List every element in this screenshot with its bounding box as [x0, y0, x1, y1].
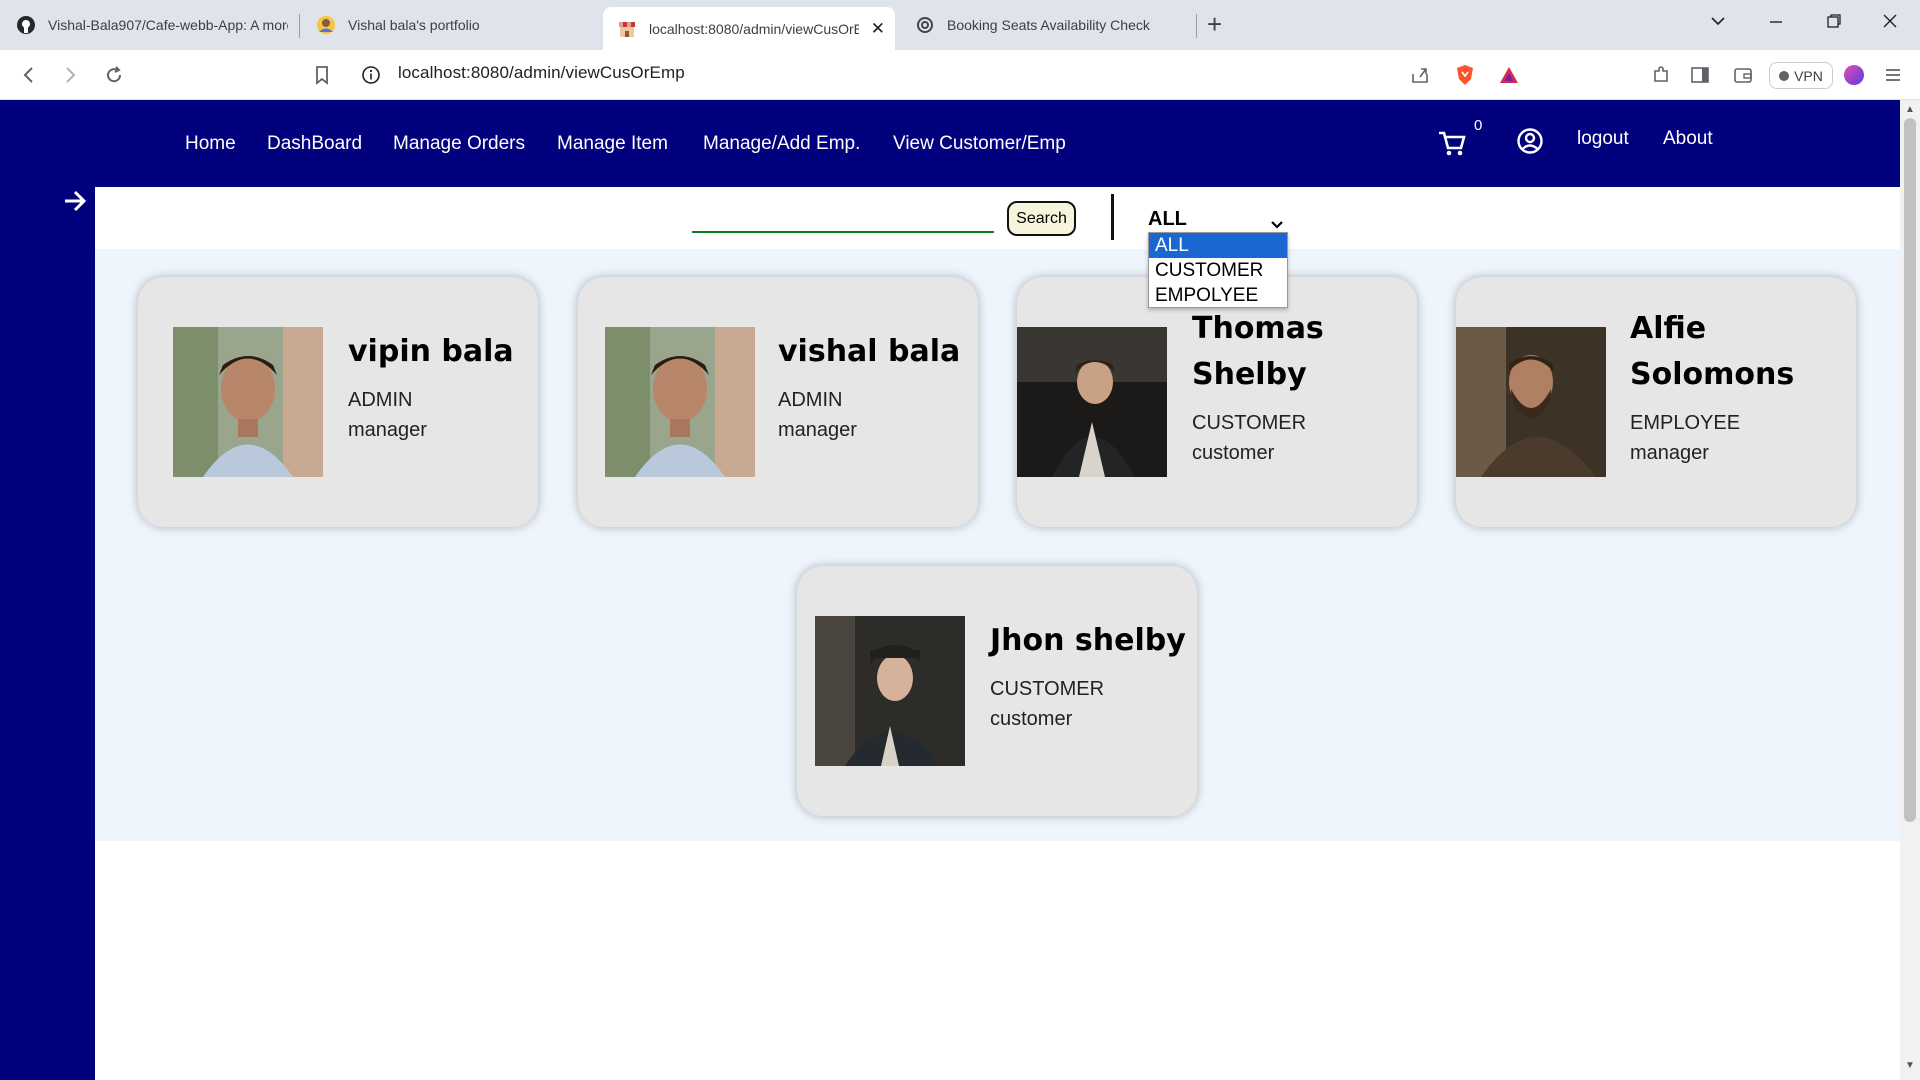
tab-search-chevron-icon[interactable] — [1710, 13, 1726, 34]
scroll-up-icon[interactable]: ▲ — [1905, 104, 1915, 115]
extensions-icon[interactable] — [1649, 63, 1673, 87]
user-position: manager — [778, 419, 857, 441]
search-button[interactable]: Search — [1007, 201, 1076, 236]
chevron-down-icon — [1270, 213, 1284, 229]
user-name: Alfie — [1630, 311, 1707, 346]
user-card[interactable]: Thomas Shelby CUSTOMER customer — [1017, 277, 1417, 527]
user-role: ADMIN — [348, 389, 413, 411]
web-page: Home DashBoard Manage Orders Manage Item… — [0, 100, 1920, 1080]
user-photo — [173, 327, 323, 477]
search-input[interactable] — [692, 203, 994, 233]
tab-booking[interactable]: Booking Seats Availability Check — [901, 7, 1196, 43]
user-card[interactable]: vipin bala ADMIN manager — [138, 277, 538, 527]
tab-github[interactable]: Vishal-Bala907/Cafe-webb-App: A more — [2, 7, 297, 43]
user-cards-area: vipin bala ADMIN manager vishal bala ADM… — [95, 249, 1900, 841]
store-icon — [617, 19, 637, 39]
top-navbar: Home DashBoard Manage Orders Manage Item… — [0, 100, 1900, 187]
user-name: vishal bala — [778, 334, 961, 369]
browser-tab-strip: Vishal-Bala907/Cafe-webb-App: A more Vis… — [0, 0, 1920, 50]
nav-home[interactable]: Home — [185, 133, 236, 155]
tab-title: localhost:8080/admin/viewCusOrEm — [649, 20, 859, 37]
user-photo — [1456, 327, 1606, 477]
wallet-icon[interactable] — [1731, 63, 1755, 87]
restore-icon[interactable] — [1826, 13, 1842, 34]
user-role: ADMIN — [778, 389, 843, 411]
menu-icon[interactable] — [1881, 63, 1905, 87]
divider — [1111, 194, 1114, 240]
side-panel — [0, 100, 95, 1080]
vpn-label: VPN — [1794, 67, 1823, 84]
filter-dropdown-list: ALL CUSTOMER EMPOLYEE — [1148, 232, 1288, 308]
arrow-right-icon[interactable] — [62, 188, 92, 216]
filter-option-employee[interactable]: EMPOLYEE — [1149, 283, 1287, 308]
leo-ai-icon[interactable] — [1842, 63, 1866, 87]
user-role: CUSTOMER — [1192, 412, 1307, 434]
new-tab-icon[interactable]: + — [1207, 11, 1222, 37]
user-photo — [1017, 327, 1167, 477]
user-card[interactable]: Jhon shelby CUSTOMER customer — [797, 566, 1197, 816]
page-scrollbar[interactable]: ▲ ▼ — [1900, 100, 1920, 1080]
user-name: Thomas — [1192, 311, 1324, 346]
back-icon[interactable] — [17, 63, 41, 87]
share-icon[interactable] — [1408, 63, 1432, 87]
user-card[interactable]: vishal bala ADMIN manager — [578, 277, 978, 527]
user-name-line2: Shelby — [1192, 357, 1307, 392]
user-name-line2: Solomons — [1630, 357, 1795, 392]
filter-select[interactable]: ALL — [1148, 205, 1288, 235]
user-name: vipin bala — [348, 334, 514, 369]
nav-manage-item[interactable]: Manage Item — [557, 133, 668, 155]
tab-separator — [299, 14, 300, 38]
nav-manage-orders[interactable]: Manage Orders — [393, 133, 525, 155]
user-position: manager — [1630, 442, 1709, 464]
tab-localhost-active[interactable]: localhost:8080/admin/viewCusOrEm ✕ — [603, 7, 895, 50]
minimize-icon[interactable] — [1768, 13, 1784, 34]
logout-link[interactable]: logout — [1577, 128, 1629, 150]
tab-separator — [1196, 14, 1197, 38]
tab-title: Vishal bala's portfolio — [348, 17, 480, 33]
scroll-down-icon[interactable]: ▼ — [1905, 1060, 1915, 1071]
user-position: customer — [990, 708, 1073, 730]
tab-portfolio[interactable]: Vishal bala's portfolio — [302, 7, 597, 43]
search-bar: Search ALL — [95, 187, 1900, 249]
openai-icon — [915, 15, 935, 35]
user-role: CUSTOMER — [990, 678, 1105, 700]
user-position: manager — [348, 419, 427, 441]
github-icon — [16, 15, 36, 35]
user-card[interactable]: Alfie Solomons EMPLOYEE manager — [1456, 277, 1856, 527]
user-role: EMPLOYEE — [1630, 412, 1741, 434]
user-photo — [815, 616, 965, 766]
nav-view-customer-emp[interactable]: View Customer/Emp — [893, 133, 1066, 155]
main-content: Search ALL vipin bala ADMIN manager vish… — [95, 187, 1900, 1080]
nav-dashboard[interactable]: DashBoard — [267, 133, 362, 155]
tab-title: Booking Seats Availability Check — [947, 17, 1150, 33]
cart-icon[interactable] — [1437, 128, 1467, 158]
filter-option-all[interactable]: ALL — [1149, 233, 1287, 258]
bookmark-icon[interactable] — [310, 63, 334, 87]
forward-icon[interactable] — [58, 63, 82, 87]
cart-count-badge: 0 — [1474, 117, 1483, 134]
account-circle-icon[interactable] — [1516, 127, 1544, 155]
sidebar-toggle-icon[interactable] — [1688, 63, 1712, 87]
brave-shield-icon[interactable] — [1453, 63, 1477, 87]
vpn-button[interactable]: VPN — [1769, 62, 1833, 89]
close-tab-icon[interactable]: ✕ — [871, 19, 885, 39]
reload-icon[interactable] — [102, 63, 126, 87]
about-link[interactable]: About — [1663, 128, 1713, 150]
user-photo — [605, 327, 755, 477]
brave-rewards-icon[interactable] — [1497, 63, 1521, 87]
filter-option-customer[interactable]: CUSTOMER — [1149, 258, 1287, 283]
filter-selected-value: ALL — [1148, 208, 1187, 230]
nav-manage-add-emp[interactable]: Manage/Add Emp. — [703, 133, 860, 155]
close-window-icon[interactable] — [1882, 13, 1898, 34]
user-name: Jhon shelby — [990, 623, 1186, 658]
address-bar[interactable]: localhost:8080/admin/viewCusOrEmp — [398, 63, 685, 83]
avatar-icon — [316, 15, 336, 35]
tab-title: Vishal-Bala907/Cafe-webb-App: A more — [48, 17, 288, 33]
user-position: customer — [1192, 442, 1275, 464]
browser-toolbar: localhost:8080/admin/viewCusOrEmp VPN — [0, 50, 1920, 100]
site-info-icon[interactable] — [359, 63, 383, 87]
vpn-status-icon — [1779, 70, 1790, 81]
scrollbar-thumb[interactable] — [1904, 118, 1916, 822]
